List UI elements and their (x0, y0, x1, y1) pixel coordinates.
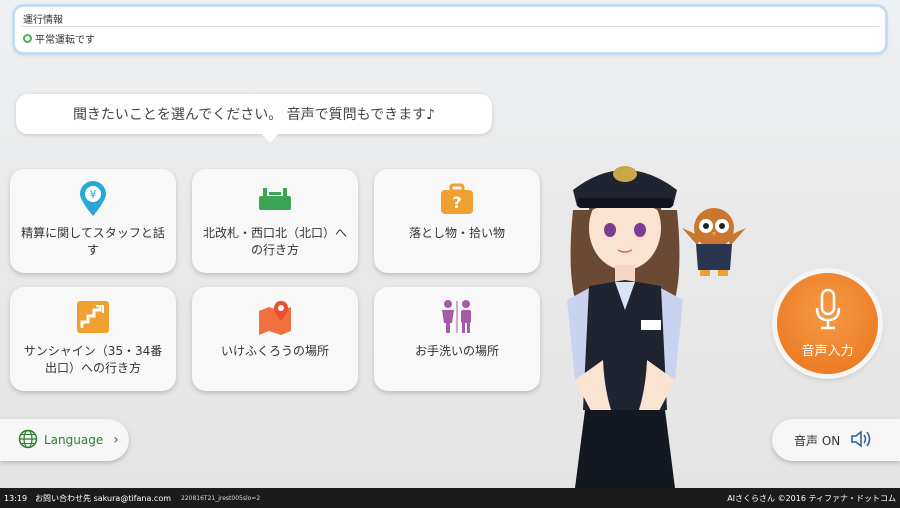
prompt-bubble: 聞きたいことを選んでください。 音声で質問もできます♪ (16, 94, 492, 143)
sound-label: 音声 ON (794, 433, 841, 448)
svg-text:?: ? (452, 193, 461, 212)
voice-input-button[interactable]: 音声入力 (777, 273, 878, 374)
stairs-icon (75, 299, 111, 335)
restroom-icon (439, 299, 475, 335)
prompt-text: 聞きたいことを選んでください。 音声で質問もできます♪ (72, 107, 436, 123)
footer-time: 13:19 (4, 493, 28, 503)
card-restroom[interactable]: お手洗いの場所 (374, 287, 540, 391)
voice-input-label: 音声入力 (801, 344, 854, 359)
chevron-right-icon: › (113, 432, 119, 448)
card-label: 落とし物・拾い物 (408, 226, 505, 240)
microphone-icon (813, 288, 843, 336)
footer-credit: AIさくらさん ©2016 ティファナ・ドットコム (727, 493, 896, 503)
circle-ok-icon (23, 34, 32, 43)
footer-bar: 13:19 お問い合わせ先 sakura@tifana.com 220816T2… (0, 488, 900, 508)
map-pin-icon (257, 299, 293, 335)
card-settlement-staff[interactable]: ¥ 精算に関してスタッフと話す (10, 169, 176, 273)
status-title: 運行情報 (23, 15, 63, 26)
card-label: サンシャイン（35・34番出口）への行き方 (23, 344, 163, 375)
status-row: 平常運転です (23, 31, 95, 46)
svg-text:¥: ¥ (90, 188, 97, 201)
lost-item-bag-icon: ? (439, 181, 475, 217)
card-label: 北改札・西口北（北口）への行き方 (202, 226, 347, 257)
card-label: お手洗いの場所 (414, 344, 499, 358)
card-lost-found[interactable]: ? 落とし物・拾い物 (374, 169, 540, 273)
ticket-gate-icon (257, 181, 293, 217)
globe-icon (18, 429, 38, 452)
status-divider (21, 26, 879, 27)
card-label: 精算に関してスタッフと話す (21, 226, 165, 257)
service-status-panel: 運行情報 平常運転です (15, 7, 885, 52)
card-north-gate[interactable]: 北改札・西口北（北口）への行き方 (192, 169, 358, 273)
status-message: 平常運転です (35, 35, 95, 46)
card-ikefukuro[interactable]: いけふくろうの場所 (192, 287, 358, 391)
language-label: Language (44, 433, 104, 447)
sound-toggle-button[interactable]: 音声 ON (772, 419, 900, 461)
card-sunshine-exit[interactable]: サンシャイン（35・34番出口）への行き方 (10, 287, 176, 391)
card-label: いけふくろうの場所 (220, 344, 329, 358)
speaker-icon (850, 429, 874, 452)
language-button[interactable]: Language › (0, 419, 129, 461)
footer-contact: お問い合わせ先 sakura@tifana.com (35, 493, 172, 503)
footer-version: 220816T21_jrest005slo=2 (181, 494, 261, 502)
owl-mascot (672, 198, 756, 278)
yen-pin-icon: ¥ (75, 181, 111, 217)
